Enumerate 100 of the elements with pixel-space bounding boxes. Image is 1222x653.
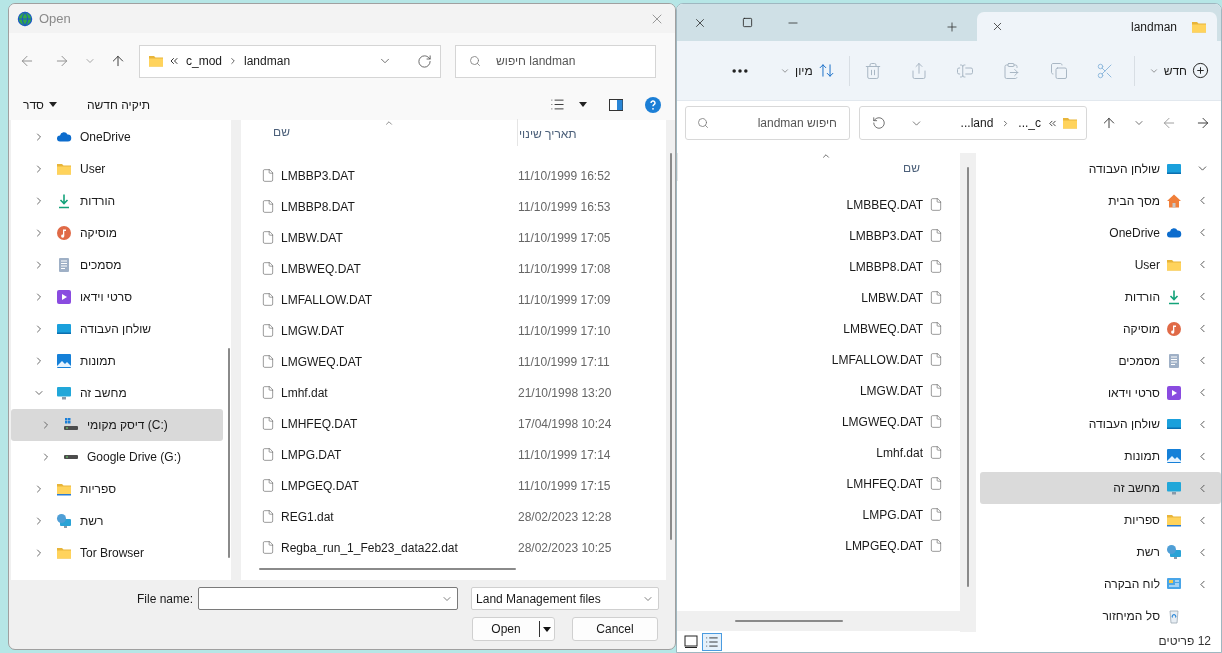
tree-item[interactable]: ספריות (11, 473, 223, 505)
scrollbar-thumb[interactable] (228, 348, 230, 558)
column-header[interactable]: שם (273, 125, 290, 139)
file-row[interactable]: LMPG.DAT (677, 499, 960, 530)
tree-item[interactable]: שולחן העבודה (980, 153, 1221, 185)
file-row[interactable]: LMHFEQ.DAT (677, 468, 960, 499)
back-icon[interactable] (19, 53, 35, 69)
tree-item[interactable]: מסך הבית (980, 184, 1221, 217)
caret-icon[interactable] (579, 102, 587, 107)
view-icon[interactable] (550, 97, 565, 112)
new-button[interactable]: חדש (1148, 61, 1209, 80)
tree-item[interactable]: מוסיקה (11, 217, 223, 249)
tree-item[interactable]: סל המיחזור (980, 600, 1221, 633)
paste-icon[interactable] (1001, 61, 1020, 80)
sort-ascending-icon[interactable] (384, 118, 394, 128)
open-button[interactable]: Open (472, 617, 555, 641)
file-row[interactable]: LMGWEQ.DAT 11/10/1999 17:11 (241, 346, 666, 377)
cancel-button[interactable]: Cancel (572, 617, 658, 641)
breadcrumb[interactable]: landman (244, 52, 291, 70)
tree-item[interactable]: OneDrive (11, 121, 223, 153)
address-bar[interactable]: land... c_... (859, 106, 1087, 140)
tree-item[interactable]: מסמכים (11, 249, 223, 281)
search-field[interactable]: חיפוש landman (685, 106, 850, 140)
preview-pane-icon[interactable] (609, 98, 623, 111)
refresh-icon[interactable] (872, 116, 886, 130)
tiles-view-icon[interactable] (684, 635, 698, 649)
maximize-icon[interactable] (742, 17, 753, 28)
up-icon[interactable] (1101, 115, 1117, 131)
file-row[interactable]: LMBBEQ.DAT (677, 189, 960, 220)
tree-item[interactable]: שולחן העבודה (11, 313, 223, 345)
file-type-dropdown[interactable]: Land Management files (471, 587, 660, 610)
tree-item[interactable]: שולחן העבודה (980, 408, 1221, 441)
column-header[interactable]: תאריך שינוי (519, 125, 577, 146)
delete-icon[interactable] (863, 61, 882, 80)
file-row[interactable]: LMBW.DAT (677, 282, 960, 313)
file-row[interactable]: Lmhf.dat 21/10/1998 13:20 (241, 377, 666, 408)
copy-icon[interactable] (1049, 61, 1068, 80)
breadcrumb[interactable]: c_... (1018, 114, 1041, 132)
tree-item[interactable]: לוח הבקרה (980, 568, 1221, 601)
close-tab-icon[interactable] (991, 20, 1004, 33)
search-field[interactable]: חיפוש landman (455, 44, 656, 78)
breadcrumb[interactable]: land... (960, 114, 994, 132)
new-folder-button[interactable]: תיקיה חדשה (86, 95, 151, 114)
sort-button[interactable]: מיון (780, 61, 835, 80)
tab[interactable]: landman (977, 12, 1217, 41)
tree-item[interactable]: User (11, 153, 223, 185)
tree-item[interactable]: סרטי וידאו (11, 281, 223, 313)
tree-item[interactable]: סרטי וידאו (980, 376, 1221, 409)
help-icon[interactable] (645, 96, 661, 113)
file-row[interactable]: LMBWEQ.DAT 11/10/1999 17:08 (241, 253, 666, 284)
tree-item[interactable]: רשת (11, 505, 223, 537)
rename-icon[interactable] (955, 61, 974, 80)
file-row[interactable]: REG1.dat 28/02/2023 12:28 (241, 501, 666, 532)
forward-icon[interactable] (1161, 115, 1177, 131)
tree-item[interactable]: תמונות (11, 345, 223, 377)
forward-icon[interactable] (54, 53, 70, 69)
scrollbar-thumb[interactable] (967, 167, 969, 587)
refresh-icon[interactable] (417, 53, 432, 69)
file-row[interactable]: LMPGEQ.DAT (677, 530, 960, 561)
tree-item[interactable]: מוסיקה (980, 312, 1221, 345)
caret-icon[interactable] (543, 626, 551, 632)
tree-item[interactable]: מחשב זה (11, 377, 223, 409)
tree-item[interactable]: הורדות (11, 185, 223, 217)
file-row[interactable]: LMPG.DAT 11/10/1999 17:14 (241, 439, 666, 470)
sort-ascending-icon[interactable] (821, 151, 831, 161)
file-row[interactable]: LMBBP8.DAT 11/10/1999 16:53 (241, 191, 666, 222)
address-bar[interactable]: c_mod landman (139, 44, 441, 78)
organize-button[interactable]: סדר (23, 95, 57, 114)
horizontal-scrollbar-thumb[interactable] (734, 620, 843, 622)
file-name-field[interactable] (198, 587, 459, 610)
share-icon[interactable] (909, 61, 928, 80)
file-row[interactable]: LMGW.DAT (677, 375, 960, 406)
tree-item[interactable]: מסמכים (980, 344, 1221, 377)
file-row[interactable]: LMBBP3.DAT 11/10/1999 16:52 (241, 160, 666, 191)
file-row[interactable]: LMPGEQ.DAT 11/10/1999 17:15 (241, 470, 666, 501)
tree-item[interactable]: תמונות (980, 440, 1221, 473)
file-row[interactable]: LMBWEQ.DAT (677, 313, 960, 344)
tree-item[interactable]: ספריות (980, 504, 1221, 537)
file-row[interactable]: LMHFEQ.DAT 17/04/1998 10:24 (241, 408, 666, 439)
file-row[interactable]: LMFALLOW.DAT 11/10/1999 17:09 (241, 284, 666, 315)
tree-item[interactable]: מחשב זה (980, 472, 1221, 505)
column-header[interactable]: שם (903, 159, 920, 181)
overflow-icon[interactable] (168, 55, 180, 67)
horizontal-scrollbar-thumb[interactable] (259, 568, 516, 570)
cut-icon[interactable] (1095, 61, 1114, 80)
tree-item[interactable]: Google Drive (G:) (11, 441, 223, 473)
breadcrumb[interactable]: c_mod (186, 52, 223, 70)
vertical-scrollbar-thumb[interactable] (670, 153, 672, 540)
tree-item[interactable]: הורדות (980, 280, 1221, 313)
tree-item[interactable]: רשת (980, 536, 1221, 569)
file-row[interactable]: Lmhf.dat (677, 437, 960, 468)
file-row[interactable]: LMFALLOW.DAT (677, 344, 960, 375)
tree-item[interactable]: OneDrive (980, 216, 1221, 249)
up-icon[interactable] (110, 53, 126, 69)
tree-item[interactable]: User (980, 248, 1221, 281)
new-tab-icon[interactable] (945, 20, 959, 34)
file-row[interactable]: LMGW.DAT 11/10/1999 17:10 (241, 315, 666, 346)
file-row[interactable]: Regba_run_1_Feb23_data22.dat 28/02/2023 10:25 (241, 532, 666, 563)
file-row[interactable]: LMBBP3.DAT (677, 220, 960, 251)
file-row[interactable]: LMBW.DAT 11/10/1999 17:05 (241, 222, 666, 253)
